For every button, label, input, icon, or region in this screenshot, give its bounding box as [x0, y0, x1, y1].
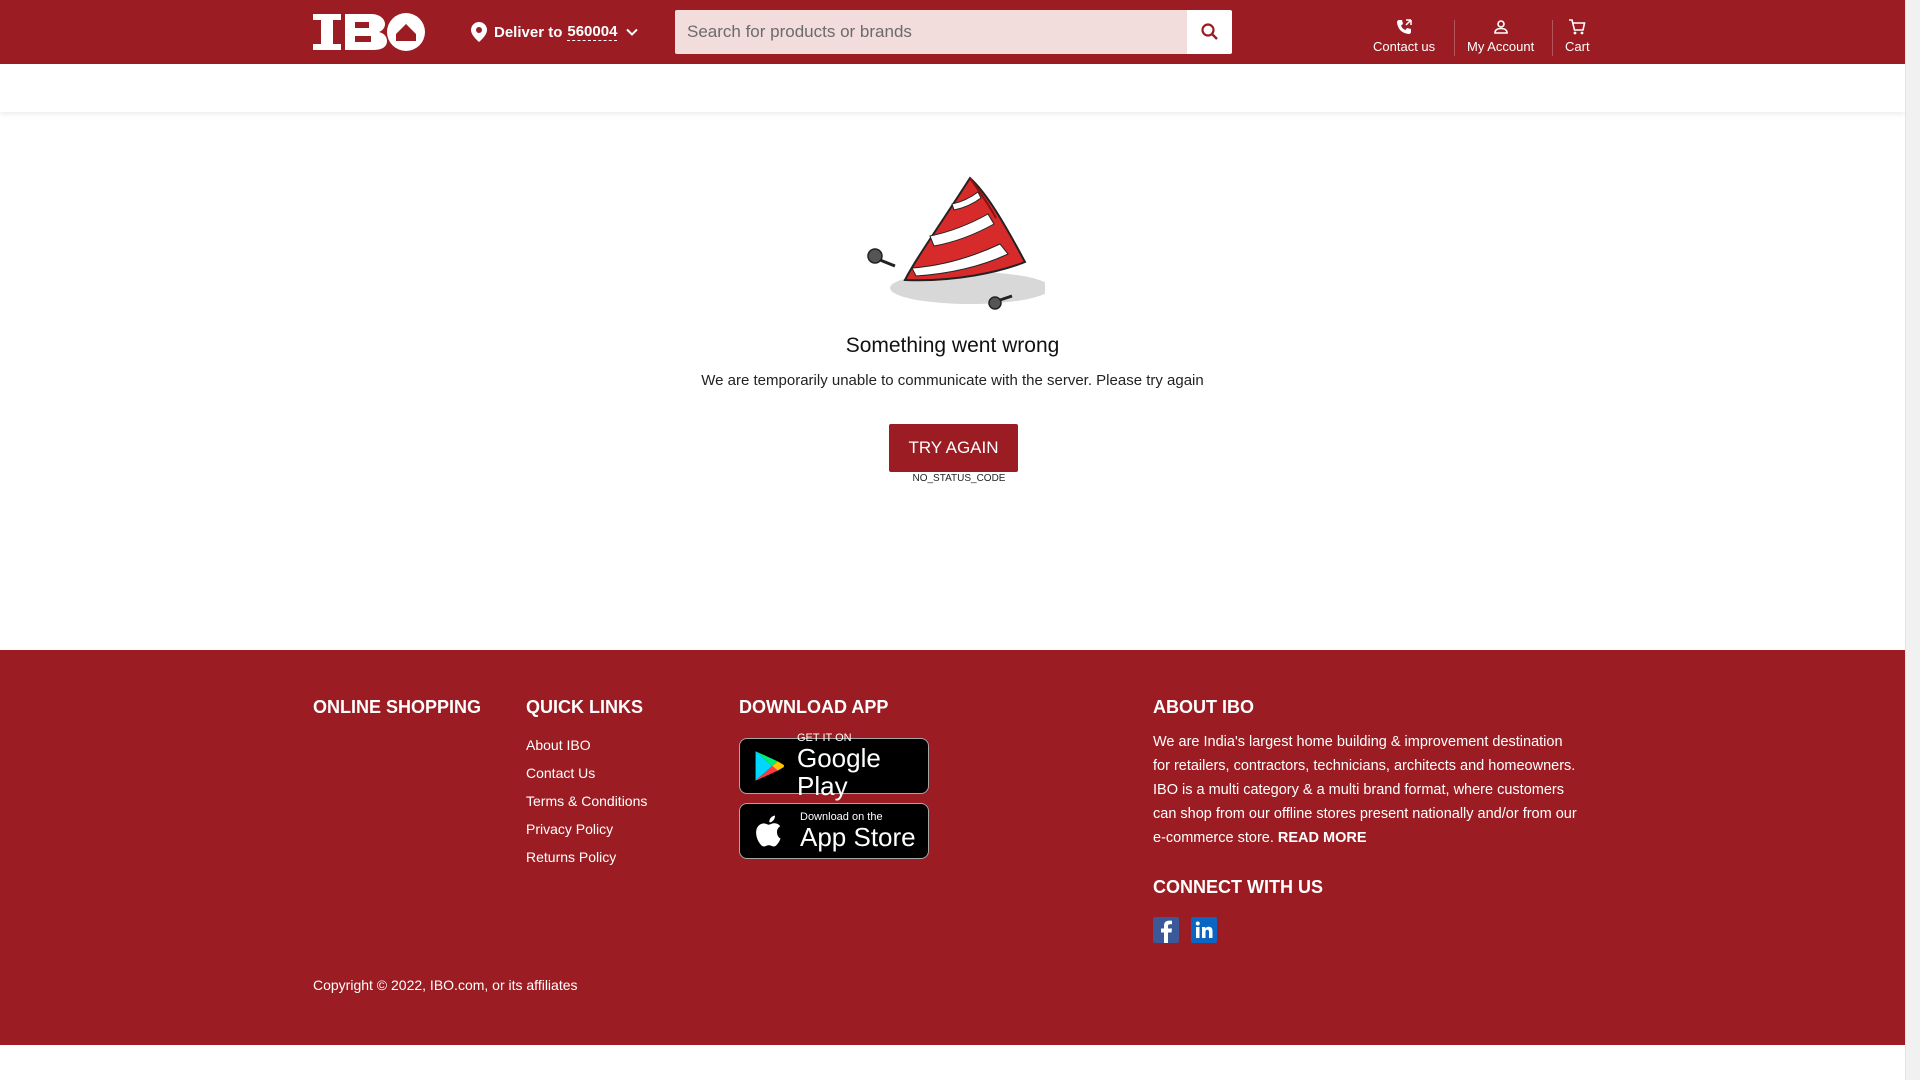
about-ibo-text: We are India's largest home building & i…: [1153, 730, 1583, 850]
contact-us-label: Contact us: [1373, 39, 1436, 54]
phone-icon: [1397, 19, 1412, 34]
pincode-value: 560004: [567, 23, 618, 41]
search-icon: [1200, 23, 1218, 40]
status-code: NO_STATUS_CODE: [912, 473, 1006, 484]
nav-divider: [1552, 20, 1553, 56]
footer-link-returns[interactable]: Returns Policy: [526, 849, 616, 865]
top-header: Deliver to 560004 Contact us: [0, 0, 1905, 64]
page: Deliver to 560004 Contact us: [0, 0, 1905, 1080]
traffic-cone-icon: [867, 176, 1045, 310]
read-more-link[interactable]: READ MORE: [1278, 830, 1367, 846]
nav-divider: [1454, 20, 1455, 56]
facebook-icon[interactable]: [1153, 917, 1179, 943]
vertical-scrollbar[interactable]: [1905, 0, 1920, 1080]
google-play-icon: [755, 751, 784, 781]
page-bottom-area: [0, 1045, 1905, 1080]
connect-heading: CONNECT WITH US: [1153, 877, 1323, 897]
about-ibo-heading: ABOUT IBO: [1153, 697, 1254, 717]
cart-link[interactable]: Cart: [1565, 18, 1590, 56]
search-button[interactable]: [1187, 10, 1232, 54]
app-store-badge[interactable]: Download on the App Store: [739, 803, 929, 859]
search-input[interactable]: [675, 10, 1187, 54]
cart-label: Cart: [1565, 39, 1590, 54]
google-play-badge[interactable]: GET IT ON Google Play: [739, 732, 929, 800]
footer-link-about[interactable]: About IBO: [526, 737, 591, 753]
app-store-text: App Store: [800, 822, 916, 852]
deliver-label: Deliver to: [494, 23, 563, 41]
footer-link-privacy[interactable]: Privacy Policy: [526, 821, 613, 837]
my-account-link[interactable]: My Account: [1467, 18, 1534, 56]
location-pin-icon: [471, 22, 487, 42]
copyright-text: Copyright © 2022, IBO.com, or its affili…: [313, 977, 578, 993]
contact-us-link[interactable]: Contact us: [1373, 18, 1435, 56]
download-app-heading: DOWNLOAD APP: [739, 697, 889, 717]
google-play-text: Google Play: [797, 743, 881, 801]
apple-icon: [756, 815, 781, 847]
my-account-label: My Account: [1467, 39, 1535, 54]
user-icon: [1493, 20, 1508, 34]
footer-link-contact[interactable]: Contact Us: [526, 765, 595, 781]
online-shopping-heading: ONLINE SHOPPING: [313, 697, 482, 717]
ibo-logo[interactable]: [313, 12, 426, 52]
error-message: We are temporarily unable to communicate…: [701, 372, 1204, 389]
footer: ONLINE SHOPPING QUICK LINKS About IBO Co…: [0, 650, 1905, 1045]
chevron-down-icon: [626, 28, 639, 36]
deliver-to-selector[interactable]: Deliver to 560004: [470, 20, 639, 44]
footer-link-terms[interactable]: Terms & Conditions: [526, 793, 647, 809]
cart-icon: [1569, 19, 1586, 35]
error-title: Something went wrong: [845, 334, 1060, 357]
linkedin-icon[interactable]: [1191, 917, 1217, 943]
category-bar: [0, 64, 1905, 112]
try-again-button[interactable]: TRY AGAIN: [889, 424, 1018, 472]
facebook-glyph-icon: [1161, 920, 1172, 943]
linkedin-glyph-icon: [1195, 921, 1213, 938]
quick-links-heading: QUICK LINKS: [526, 697, 643, 717]
search-bar: [675, 10, 1232, 54]
